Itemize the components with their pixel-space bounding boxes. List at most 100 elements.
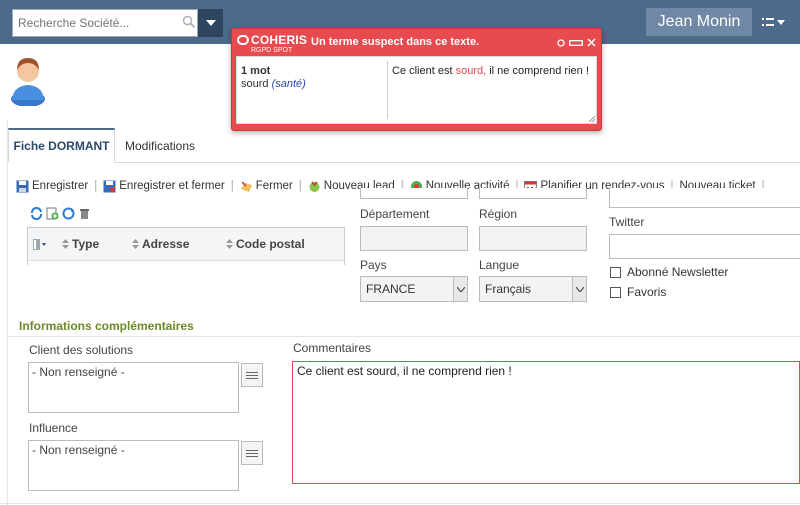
departement-field[interactable] xyxy=(360,226,468,251)
tab-fiche-dormant[interactable]: Fiche DORMANT xyxy=(8,128,115,163)
term-category: (santé) xyxy=(271,78,306,90)
close-hand-icon xyxy=(240,180,252,192)
avatar xyxy=(8,54,48,107)
sort-icon xyxy=(132,239,139,249)
search-icon[interactable] xyxy=(182,15,196,29)
suspect-term-item[interactable]: sourd (santé) xyxy=(241,78,386,90)
column-type[interactable]: Type xyxy=(62,237,132,251)
newsletter-checkbox-row[interactable]: Abonné Newsletter xyxy=(610,265,728,279)
pays-value: FRANCE xyxy=(366,282,416,296)
column-adresse[interactable]: Adresse xyxy=(132,237,226,251)
langue-value: Français xyxy=(485,282,532,296)
influence-label: Influence xyxy=(29,421,78,435)
circle-icon[interactable] xyxy=(557,38,565,47)
influence-value: - Non renseigné - xyxy=(32,443,125,457)
floppy-icon xyxy=(16,180,29,192)
resize-grip-icon[interactable] xyxy=(589,116,595,122)
field-above-twitter[interactable] xyxy=(609,188,800,208)
client-solutions-picker-button[interactable] xyxy=(241,363,263,387)
add-address-icon[interactable] xyxy=(46,207,59,220)
sync-icon[interactable] xyxy=(62,207,75,220)
twitter-label: Twitter xyxy=(609,215,645,229)
column-adresse-label: Adresse xyxy=(142,237,190,251)
favoris-checkbox-row[interactable]: Favoris xyxy=(610,285,666,299)
pays-select[interactable]: FRANCE xyxy=(360,276,468,302)
lead-icon xyxy=(309,180,320,192)
save-label: Enregistrer xyxy=(32,180,89,192)
sort-icon xyxy=(226,239,233,249)
region-field[interactable] xyxy=(479,226,587,251)
save-button[interactable]: Enregistrer xyxy=(16,180,88,193)
save-close-label: Enregistrer et fermer xyxy=(119,180,225,192)
favoris-label: Favoris xyxy=(627,285,667,299)
influence-list[interactable]: - Non renseigné - xyxy=(28,440,239,491)
newsletter-label: Abonné Newsletter xyxy=(627,265,729,279)
delete-icon[interactable] xyxy=(78,207,91,220)
chevron-down-icon xyxy=(453,277,467,301)
suspect-term: sourd xyxy=(241,78,269,90)
region-label: Région xyxy=(479,207,518,221)
context-after: il ne comprend rien ! xyxy=(486,65,589,77)
search-input[interactable] xyxy=(12,9,198,37)
caret-down-icon xyxy=(777,19,785,25)
tab-modifications[interactable]: Modifications xyxy=(125,128,195,163)
column-picker[interactable] xyxy=(28,238,62,250)
caret-down-icon xyxy=(205,20,216,26)
popup-divider xyxy=(387,61,388,119)
context-highlight: sourd, xyxy=(455,65,487,77)
client-solutions-list[interactable]: - Non renseigné - xyxy=(28,362,239,413)
pays-label: Pays xyxy=(360,258,387,272)
term-count: 1 mot xyxy=(241,65,271,77)
influence-picker-button[interactable] xyxy=(241,441,263,465)
refresh-icon[interactable] xyxy=(30,206,43,221)
company-search xyxy=(12,9,223,37)
comments-textarea[interactable]: Ce client est sourd, il ne comprend rien… xyxy=(292,361,800,484)
save-close-button[interactable]: Enregistrer et fermer xyxy=(103,180,225,193)
column-code-postal[interactable]: Code postal xyxy=(226,237,305,251)
close-button[interactable]: Fermer xyxy=(240,180,293,193)
column-code-postal-label: Code postal xyxy=(236,237,305,251)
floppy-close-icon xyxy=(103,180,116,193)
user-name[interactable]: Jean Monin xyxy=(646,8,752,36)
column-type-label: Type xyxy=(72,237,100,251)
close-icon[interactable] xyxy=(587,38,596,47)
brand-sub: RGPD SPOT xyxy=(251,47,293,54)
term-context: Ce client est sourd, il ne comprend rien… xyxy=(392,65,592,77)
menu-button[interactable] xyxy=(762,14,790,30)
twitter-field[interactable] xyxy=(609,234,800,259)
table-body xyxy=(28,260,344,265)
popup-controls xyxy=(557,38,596,47)
newsletter-checkbox[interactable] xyxy=(610,266,621,278)
section-divider xyxy=(8,336,800,337)
coheris-logo-icon xyxy=(237,35,249,45)
section-title: Informations complémentaires xyxy=(19,319,194,333)
field-above-region[interactable] xyxy=(479,188,587,199)
chevron-down-icon xyxy=(572,277,586,301)
divider: | xyxy=(298,180,302,192)
langue-select[interactable]: Français xyxy=(479,276,587,302)
sort-icon xyxy=(62,239,69,249)
client-solutions-label: Client des solutions xyxy=(29,343,134,357)
departement-label: Département xyxy=(360,207,430,221)
suspect-terms-list: 1 mot sourd (santé) xyxy=(241,65,386,90)
table-header: Type Adresse Code postal xyxy=(28,228,344,260)
columns-icon xyxy=(33,238,46,250)
divider: | xyxy=(94,180,98,192)
comments-value: Ce client est sourd, il ne comprend rien… xyxy=(297,364,512,378)
bottom-divider xyxy=(0,503,800,504)
favoris-checkbox[interactable] xyxy=(610,286,621,298)
popup-title: Un terme suspect dans ce texte. xyxy=(311,36,480,48)
comments-label: Commentaires xyxy=(293,341,372,355)
divider: | xyxy=(230,180,234,192)
field-above-departement[interactable] xyxy=(360,188,468,199)
brand-name: COHERIS xyxy=(251,33,308,47)
address-actions xyxy=(30,206,91,221)
langue-label: Langue xyxy=(479,258,520,272)
popup-body: 1 mot sourd (santé) Ce client est sourd,… xyxy=(236,56,597,124)
client-solutions-value: - Non renseigné - xyxy=(32,365,125,379)
minimize-icon[interactable] xyxy=(569,39,583,46)
close-label: Fermer xyxy=(255,180,293,192)
context-before: Ce client est xyxy=(392,65,456,77)
search-dropdown-button[interactable] xyxy=(198,9,223,37)
coheris-logo: COHERIS RGPD SPOT xyxy=(237,33,307,55)
